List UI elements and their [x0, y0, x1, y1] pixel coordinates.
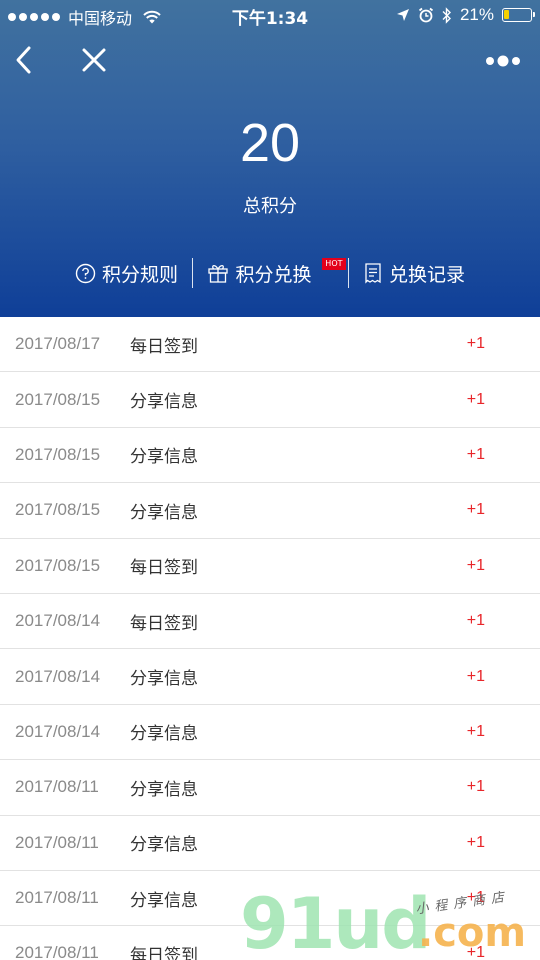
total-points-label: 总积分 — [243, 196, 297, 217]
question-circle-icon — [75, 263, 96, 283]
record-type: 分享信息 — [130, 392, 198, 413]
record-type: 每日签到 — [130, 336, 198, 357]
gift-icon — [208, 264, 229, 283]
record-date: 2017/08/11 — [15, 832, 99, 852]
record-date: 2017/08/17 — [15, 334, 101, 354]
record-row: 2017/08/14 每日签到 +1 — [0, 594, 540, 650]
record-points-delta: +1 — [466, 335, 485, 353]
record-date: 2017/08/14 — [15, 721, 101, 741]
record-date: 2017/08/11 — [15, 943, 99, 960]
record-date: 2017/08/14 — [15, 611, 101, 631]
points-exchange-label: 积分兑换 — [235, 263, 312, 286]
record-row: 2017/08/11 分享信息 +1 — [0, 760, 540, 816]
close-icon[interactable] — [78, 44, 110, 76]
record-row: 2017/08/14 分享信息 +1 — [0, 705, 540, 761]
record-type: 分享信息 — [130, 779, 198, 800]
status-bar: 中国移动 下午1:34 21% — [0, 0, 540, 30]
record-points-delta: +1 — [466, 889, 485, 907]
record-type: 分享信息 — [130, 447, 198, 468]
location-arrow-icon — [396, 9, 409, 21]
record-date: 2017/08/15 — [15, 500, 101, 520]
bluetooth-icon — [442, 6, 451, 24]
exchange-records-button[interactable]: 兑换记录 — [349, 260, 479, 287]
points-rules-label: 积分规则 — [101, 263, 178, 286]
battery-level-fill — [504, 10, 509, 19]
record-points-delta: +1 — [466, 778, 485, 796]
record-type: 每日签到 — [130, 945, 198, 960]
record-row: 2017/08/15 每日签到 +1 — [0, 539, 540, 594]
record-row: 2017/08/11 每日签到 +1 — [0, 926, 540, 960]
record-row: 2017/08/17 每日签到 +1 — [0, 317, 540, 373]
points-exchange-button[interactable]: 积分兑换 HOT — [193, 257, 346, 287]
record-points-delta: +1 — [466, 501, 485, 519]
exchange-records-label: 兑换记录 — [389, 263, 466, 286]
points-header: 中国移动 下午1:34 21% 20 总积分 积分规则 积分兑换 HOT 兑换记… — [0, 0, 540, 317]
battery-icon — [502, 8, 535, 22]
record-row: 2017/08/15 分享信息 +1 — [0, 483, 540, 539]
status-right: 21% — [396, 5, 535, 25]
record-row: 2017/08/11 分享信息 +1 — [0, 871, 540, 927]
record-points-delta: +1 — [466, 833, 485, 851]
alarm-clock-icon — [418, 7, 434, 23]
record-type: 分享信息 — [130, 890, 198, 911]
record-points-delta: +1 — [466, 722, 485, 740]
action-bar: 积分规则 积分兑换 HOT 兑换记录 — [0, 255, 540, 291]
record-date: 2017/08/11 — [15, 888, 99, 908]
points-record-list: 2017/08/17 每日签到 +1 2017/08/15 分享信息 +1 2017/08/… — [0, 317, 540, 960]
record-type: 每日签到 — [130, 613, 198, 634]
more-dots-icon[interactable] — [484, 52, 524, 70]
chevron-left-icon[interactable] — [10, 42, 40, 78]
record-points-delta: +1 — [466, 556, 485, 574]
record-row: 2017/08/14 分享信息 +1 — [0, 649, 540, 705]
record-points-delta: +1 — [466, 390, 485, 408]
record-date: 2017/08/15 — [15, 555, 101, 575]
record-row: 2017/08/15 分享信息 +1 — [0, 372, 540, 428]
record-type: 分享信息 — [130, 835, 198, 856]
record-type: 分享信息 — [130, 502, 198, 523]
receipt-icon — [365, 263, 381, 284]
record-type: 分享信息 — [130, 669, 198, 690]
record-type: 分享信息 — [130, 724, 198, 745]
record-date: 2017/08/15 — [15, 444, 101, 464]
points-rules-button[interactable]: 积分规则 — [61, 260, 192, 287]
record-row: 2017/08/15 分享信息 +1 — [0, 428, 540, 484]
record-points-delta: +1 — [466, 445, 485, 463]
record-points-delta: +1 — [466, 612, 485, 630]
record-date: 2017/08/14 — [15, 666, 101, 686]
total-points-value: 20 — [239, 113, 301, 173]
record-row: 2017/08/11 分享信息 +1 — [0, 816, 540, 871]
record-date: 2017/08/15 — [15, 389, 101, 409]
hot-badge: HOT — [322, 257, 346, 270]
record-type: 每日签到 — [130, 558, 198, 579]
record-date: 2017/08/11 — [15, 777, 99, 797]
record-points-delta: +1 — [466, 944, 485, 960]
record-points-delta: +1 — [466, 667, 485, 685]
battery-percent: 21% — [459, 5, 494, 24]
